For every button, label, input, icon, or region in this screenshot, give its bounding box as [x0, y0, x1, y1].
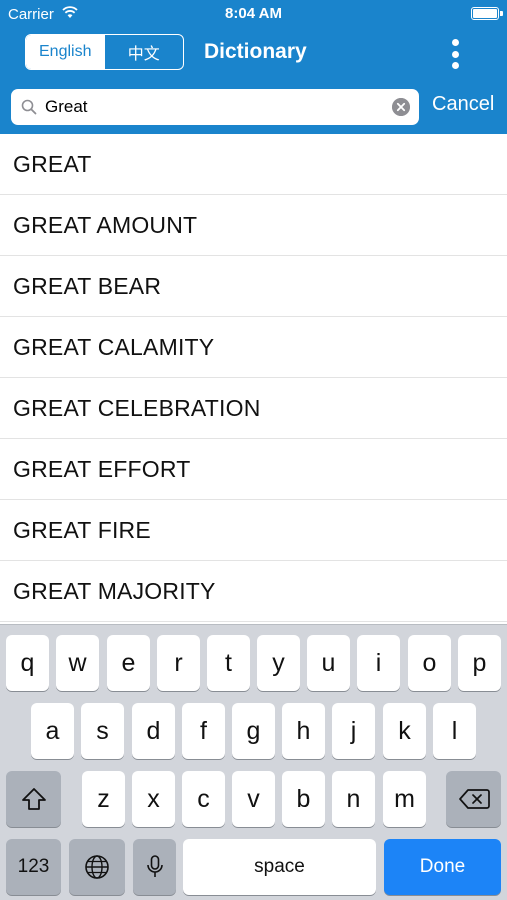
list-item[interactable]: GREAT: [0, 134, 507, 195]
key-b[interactable]: b: [282, 771, 325, 827]
list-item[interactable]: GREAT CELEBRATION: [0, 378, 507, 439]
key-f[interactable]: f: [182, 703, 225, 759]
microphone-key[interactable]: [133, 839, 176, 895]
key-l[interactable]: l: [433, 703, 476, 759]
segment-chinese[interactable]: 中文: [105, 35, 184, 69]
shift-icon: [21, 788, 46, 810]
key-s[interactable]: s: [81, 703, 124, 759]
list-item[interactable]: GREAT CALAMITY: [0, 317, 507, 378]
key-i[interactable]: i: [357, 635, 400, 691]
status-bar: Carrier 8:04 AM: [0, 0, 507, 28]
key-u[interactable]: u: [307, 635, 350, 691]
language-segmented-control: English 中文: [25, 34, 184, 70]
segment-english[interactable]: English: [26, 35, 105, 69]
list-item[interactable]: GREAT AMOUNT: [0, 195, 507, 256]
key-o[interactable]: o: [408, 635, 451, 691]
key-c[interactable]: c: [182, 771, 225, 827]
key-g[interactable]: g: [232, 703, 275, 759]
shift-key[interactable]: [6, 771, 61, 827]
status-time: 8:04 AM: [225, 5, 282, 22]
numbers-key[interactable]: 123: [6, 839, 61, 895]
list-item[interactable]: GREAT MAJORITY: [0, 561, 507, 622]
key-z[interactable]: z: [82, 771, 125, 827]
key-m[interactable]: m: [383, 771, 426, 827]
list-item[interactable]: GREAT BEAR: [0, 256, 507, 317]
globe-key[interactable]: [69, 839, 125, 895]
list-item[interactable]: GREAT FIRE: [0, 500, 507, 561]
key-x[interactable]: x: [132, 771, 175, 827]
key-v[interactable]: v: [232, 771, 275, 827]
key-t[interactable]: t: [207, 635, 250, 691]
key-h[interactable]: h: [282, 703, 325, 759]
search-icon: [21, 99, 37, 115]
key-y[interactable]: y: [257, 635, 300, 691]
key-d[interactable]: d: [132, 703, 175, 759]
backspace-icon: [458, 789, 490, 809]
search-bar: Cancel: [0, 86, 507, 130]
backspace-key[interactable]: [446, 771, 501, 827]
clear-icon[interactable]: [392, 98, 410, 116]
battery-icon: [471, 7, 503, 20]
key-j[interactable]: j: [332, 703, 375, 759]
globe-icon: [85, 855, 109, 879]
search-field-container: [11, 89, 419, 125]
nav-bar: English 中文 Dictionary: [0, 28, 507, 78]
key-q[interactable]: q: [6, 635, 49, 691]
key-w[interactable]: w: [56, 635, 99, 691]
list-item[interactable]: GREAT EFFORT: [0, 439, 507, 500]
microphone-icon: [146, 855, 163, 877]
key-a[interactable]: a: [31, 703, 74, 759]
key-k[interactable]: k: [383, 703, 426, 759]
key-r[interactable]: r: [157, 635, 200, 691]
key-p[interactable]: p: [458, 635, 501, 691]
page-title: Dictionary: [204, 40, 307, 63]
cancel-button[interactable]: Cancel: [432, 93, 494, 116]
more-vertical-icon[interactable]: [447, 37, 463, 71]
app-header: Carrier 8:04 AM English 中文 Dictionary Gr…: [0, 0, 507, 134]
keyboard: q w e r t y u i o p a s d f g h j k l z …: [0, 624, 507, 900]
space-key[interactable]: space: [183, 839, 376, 895]
done-button[interactable]: Done: [384, 839, 501, 895]
key-e[interactable]: e: [107, 635, 150, 691]
key-n[interactable]: n: [332, 771, 375, 827]
search-input[interactable]: [45, 93, 385, 121]
results-list: GREAT GREAT AMOUNT GREAT BEAR GREAT CALA…: [0, 134, 507, 624]
